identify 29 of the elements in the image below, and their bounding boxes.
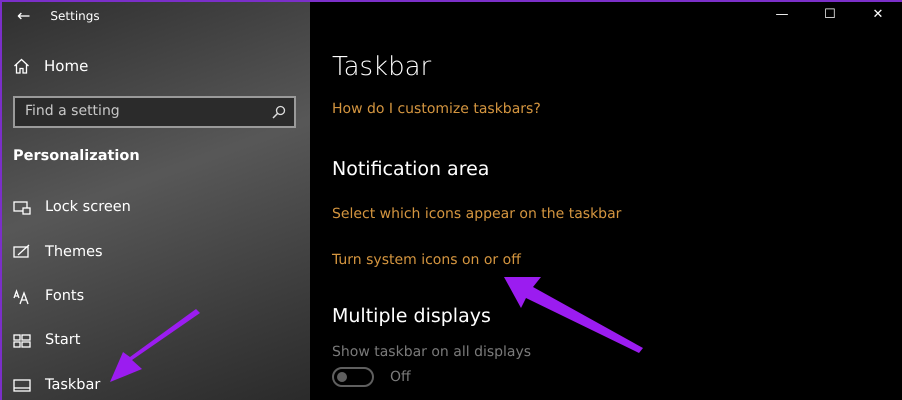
home-nav-item[interactable]: Home: [13, 55, 88, 78]
back-button[interactable]: ←: [17, 8, 30, 24]
window-title: Settings: [50, 8, 100, 25]
section-heading: Notification area: [332, 158, 490, 181]
section-heading: Personalization: [13, 146, 141, 166]
taskbar-icon: [13, 378, 31, 394]
fonts-icon: [13, 288, 31, 305]
page-title: Taskbar: [332, 52, 432, 84]
search-icon: [272, 104, 286, 118]
toggle-state: Off: [390, 368, 411, 387]
nav-item[interactable]: Themes: [13, 244, 103, 262]
settings-link[interactable]: Select which icons appear on the taskbar: [332, 204, 622, 225]
nav-item[interactable]: Lock screen: [13, 199, 131, 217]
close-button[interactable]: ✕: [854, 2, 902, 28]
lock-screen-icon: [13, 200, 31, 216]
minimize-button[interactable]: —: [758, 2, 806, 28]
search-input[interactable]: Find a setting: [23, 100, 272, 123]
settings-link[interactable]: Turn system icons on or off: [332, 250, 521, 271]
search-box[interactable]: Find a setting: [13, 96, 296, 128]
nav-item[interactable]: Taskbar: [13, 376, 100, 394]
start-tiles-icon: [13, 333, 31, 350]
maximize-button[interactable]: ☐: [806, 2, 854, 28]
setting-label: Show taskbar on all displays: [332, 342, 532, 362]
section-heading: Multiple displays: [332, 304, 492, 328]
nav-item[interactable]: Fonts: [13, 288, 84, 306]
nav-item[interactable]: Start: [13, 332, 80, 350]
brush-icon: [13, 244, 31, 260]
help-link[interactable]: How do I customize taskbars?: [332, 99, 541, 120]
home-icon: [13, 58, 30, 74]
